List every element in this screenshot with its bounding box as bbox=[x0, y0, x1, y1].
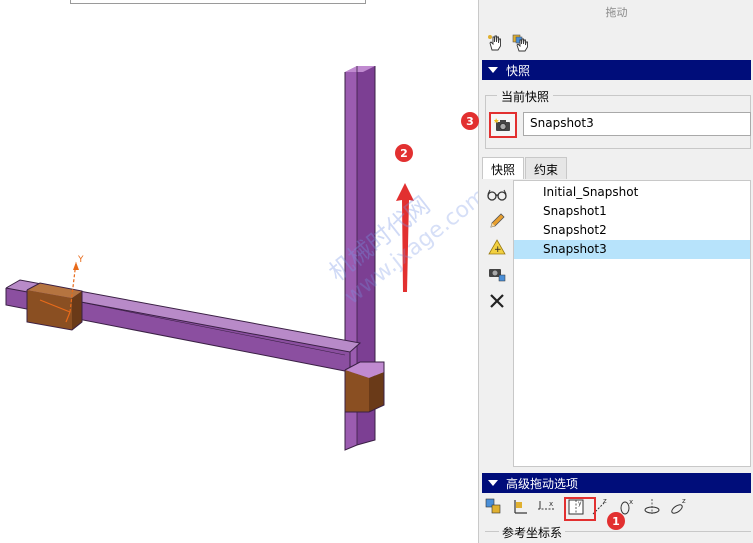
corner-connector[interactable] bbox=[344, 361, 385, 413]
annotation-badge-1: 1 bbox=[607, 512, 625, 530]
drag-direction-arrow bbox=[396, 183, 414, 292]
collapse-triangle-icon bbox=[488, 480, 498, 486]
model-viewport[interactable]: Y 2 机械时代网 www.jxage.com bbox=[0, 0, 478, 543]
svg-text:+: + bbox=[494, 245, 502, 255]
advanced-section-title: 高级拖动选项 bbox=[506, 476, 579, 491]
snapshot-list[interactable]: Initial_Snapshot Snapshot1 Snapshot2 Sna… bbox=[513, 180, 751, 467]
camera-icon bbox=[494, 118, 510, 131]
camera-add-icon[interactable] bbox=[487, 263, 507, 283]
view-glasses-icon[interactable] bbox=[487, 185, 507, 205]
drag-hand-component-icon[interactable] bbox=[511, 33, 531, 53]
top-toolbar bbox=[485, 33, 531, 53]
annotation-badge-2: 2 bbox=[395, 144, 413, 162]
list-item[interactable]: Initial_Snapshot bbox=[514, 183, 750, 202]
drag-hand-icon[interactable] bbox=[485, 33, 505, 53]
snapshot-section-title: 快照 bbox=[506, 63, 531, 78]
model-scene: Y bbox=[5, 66, 414, 451]
left-connector[interactable] bbox=[26, 282, 83, 331]
list-item[interactable]: Snapshot1 bbox=[514, 202, 750, 221]
drag-panel: 拖动 快照 当前快照 3 Snapshot3 快照 约束 + Initial_S… bbox=[461, 0, 753, 543]
snapshot-section-header[interactable]: 快照 bbox=[482, 60, 751, 80]
annotation-badge-3: 3 bbox=[461, 112, 479, 130]
add-constraint-icon[interactable]: + bbox=[487, 237, 507, 257]
svg-text:z: z bbox=[682, 497, 686, 505]
list-item[interactable]: Snapshot2 bbox=[514, 221, 750, 240]
reference-coord-label: 参考坐标系 bbox=[499, 524, 566, 541]
list-item-selected[interactable]: Snapshot3 bbox=[514, 240, 750, 259]
rotate-z-icon[interactable]: z bbox=[667, 496, 689, 518]
svg-text:x: x bbox=[629, 498, 633, 506]
panel-title: 拖动 bbox=[605, 6, 628, 19]
advanced-section-header[interactable]: 高级拖动选项 bbox=[482, 473, 751, 493]
snapshot-tabs: 快照 约束 bbox=[482, 157, 568, 179]
tab-constraints[interactable]: 约束 bbox=[525, 157, 568, 179]
tab-snapshots[interactable]: 快照 bbox=[482, 157, 525, 179]
current-snapshot-label: 当前快照 bbox=[497, 88, 554, 105]
app-window: Y 2 机械时代网 www.jxage.com 拖动 快照 当前快照 3 Sna… bbox=[0, 0, 753, 543]
edit-pencil-icon[interactable] bbox=[487, 211, 507, 231]
rotate-y-icon[interactable] bbox=[641, 496, 663, 518]
delete-x-icon[interactable] bbox=[487, 291, 507, 311]
snapshot-side-toolbar: + bbox=[483, 181, 513, 466]
axis-label-y: Y bbox=[77, 255, 84, 265]
current-snapshot-field[interactable]: Snapshot3 bbox=[523, 112, 751, 136]
select-component-icon[interactable] bbox=[483, 496, 505, 518]
collapse-triangle-icon bbox=[488, 67, 498, 73]
svg-text:z: z bbox=[603, 497, 607, 505]
highlight-box bbox=[564, 497, 596, 521]
x-axis-icon[interactable]: x bbox=[535, 496, 557, 518]
take-snapshot-button[interactable] bbox=[489, 112, 517, 138]
svg-text:x: x bbox=[549, 500, 553, 508]
coordinate-icon[interactable] bbox=[509, 496, 531, 518]
